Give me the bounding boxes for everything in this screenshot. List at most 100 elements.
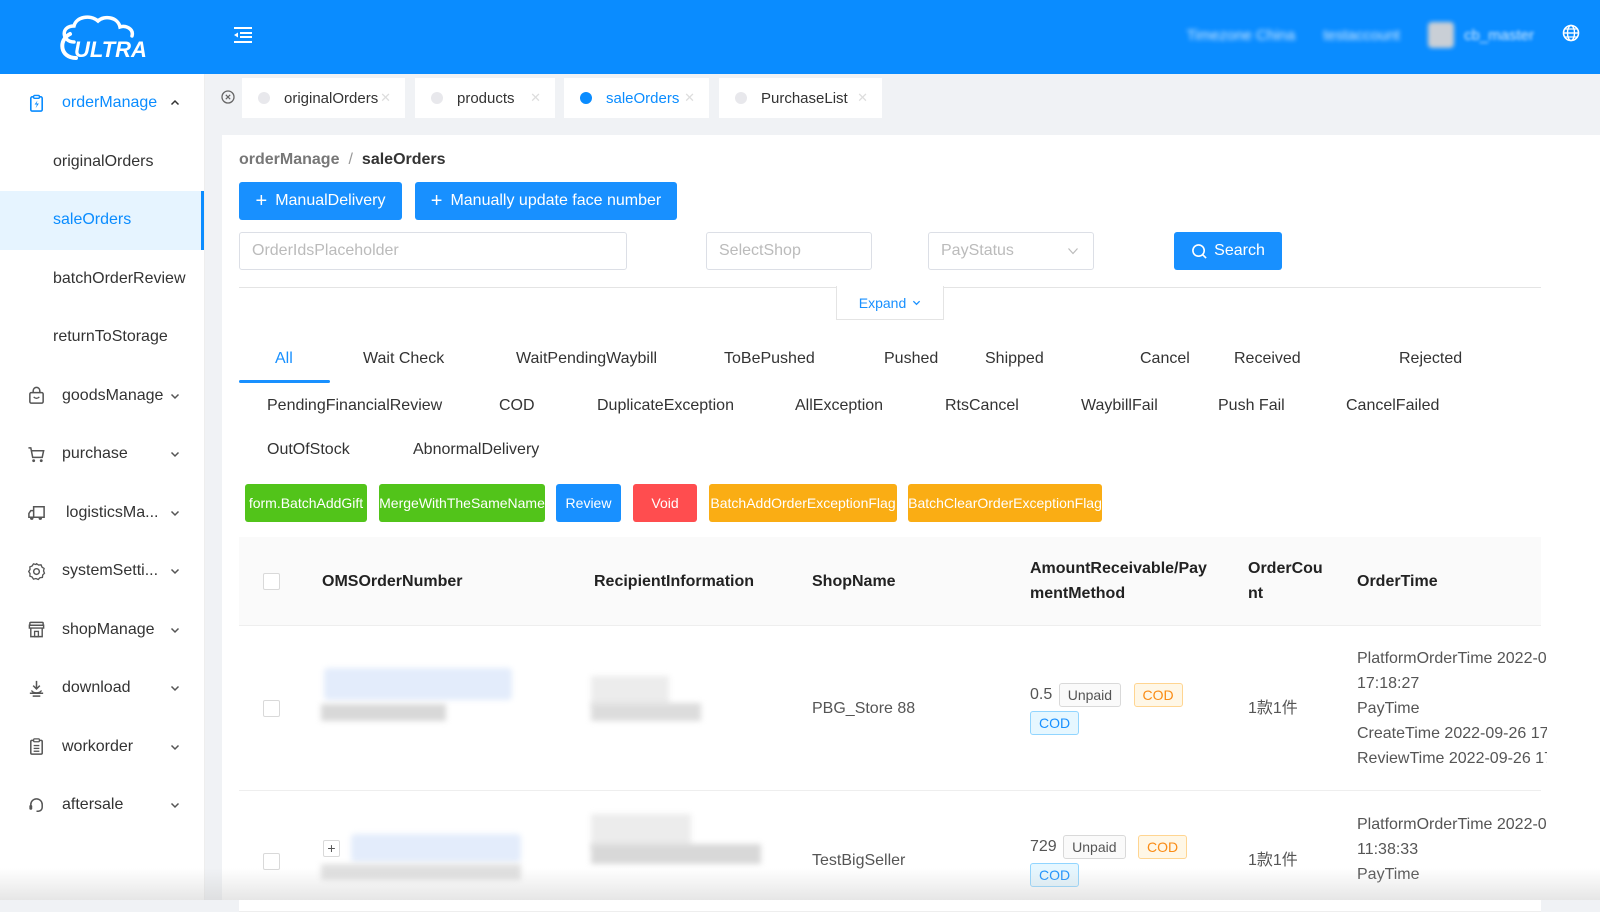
tab-saleorders[interactable]: saleOrders ✕ bbox=[564, 78, 709, 118]
oms-order-number-redacted[interactable] bbox=[351, 834, 521, 862]
sidebar-item-goodsmanage[interactable]: goodsManage bbox=[0, 367, 204, 426]
close-icon[interactable]: ✕ bbox=[380, 90, 391, 106]
truck-icon bbox=[26, 503, 46, 523]
amount-value: 0.5 bbox=[1030, 686, 1053, 703]
breadcrumb-separator: / bbox=[348, 151, 353, 168]
sidebar-subitem-originalorders[interactable]: originalOrders bbox=[0, 133, 204, 192]
chevron-down-icon bbox=[913, 300, 921, 306]
sidebar-item-logistics[interactable]: logisticsMa... bbox=[0, 484, 204, 543]
sidebar-item-purchase[interactable]: purchase bbox=[0, 425, 204, 484]
recipient-redacted-2 bbox=[591, 844, 761, 864]
status-tab-shipped[interactable]: Shipped bbox=[985, 350, 1044, 368]
merge-same-name-button[interactable]: MergeWithTheSameName bbox=[379, 484, 545, 522]
column-label-line: mentMethod bbox=[1030, 585, 1126, 602]
status-tab-wait-pending-waybill[interactable]: WaitPendingWaybill bbox=[516, 350, 657, 368]
menu-fold-icon[interactable] bbox=[232, 24, 254, 46]
void-button[interactable]: Void bbox=[633, 484, 697, 522]
column-order-count[interactable]: OrderCou nt bbox=[1248, 556, 1323, 606]
pay-status-tag: Unpaid bbox=[1058, 682, 1122, 707]
close-icon[interactable]: ✕ bbox=[684, 90, 695, 106]
sidebar-item-label: purchase bbox=[62, 445, 128, 463]
column-oms-order-number[interactable]: OMSOrderNumber bbox=[322, 569, 462, 594]
tab-originalorders[interactable]: originalOrders ✕ bbox=[242, 78, 405, 118]
column-shop-name[interactable]: ShopName bbox=[812, 569, 896, 594]
chevron-down-icon bbox=[170, 452, 180, 458]
batch-add-gift-button[interactable]: form.BatchAddGift bbox=[245, 484, 367, 522]
sidebar-item-workorder[interactable]: workorder bbox=[0, 718, 204, 777]
sidebar-item-aftersale[interactable]: aftersale bbox=[0, 776, 204, 835]
button-label: ManualDelivery bbox=[275, 192, 386, 209]
manual-delivery-button[interactable]: + ManualDelivery bbox=[239, 182, 402, 220]
shop-icon bbox=[26, 620, 46, 640]
review-button[interactable]: Review bbox=[556, 484, 621, 522]
tab-products[interactable]: products ✕ bbox=[415, 78, 555, 118]
sidebar-item-label: download bbox=[62, 679, 131, 697]
chevron-down-icon bbox=[170, 803, 180, 809]
close-icon[interactable]: ✕ bbox=[857, 90, 868, 106]
column-recipient-information[interactable]: RecipientInformation bbox=[594, 569, 754, 594]
sidebar-subitem-batchorderreview[interactable]: batchOrderReview bbox=[0, 250, 204, 309]
chevron-down-icon bbox=[170, 393, 180, 399]
batch-clear-exception-flag-button[interactable]: BatchClearOrderExceptionFlag bbox=[908, 484, 1102, 522]
username: cb_master bbox=[1463, 26, 1534, 44]
download-icon bbox=[26, 678, 46, 698]
update-face-number-button[interactable]: + Manually update face number bbox=[415, 182, 677, 220]
close-all-tabs-icon[interactable] bbox=[221, 90, 235, 104]
sidebar-subitem-label: saleOrders bbox=[53, 211, 132, 229]
status-tab-all-exception[interactable]: AllException bbox=[795, 397, 883, 415]
search-button[interactable]: Search bbox=[1174, 232, 1282, 270]
tab-status-dot bbox=[735, 92, 747, 104]
expand-row-button[interactable]: + bbox=[323, 840, 340, 857]
pay-status-select[interactable]: PayStatus bbox=[928, 232, 1094, 270]
sidebar-item-shopmanage[interactable]: shopManage bbox=[0, 601, 204, 660]
row-checkbox[interactable] bbox=[263, 700, 280, 717]
status-tab-waybill-fail[interactable]: WaybillFail bbox=[1081, 397, 1158, 415]
placeholder: OrderIdsPlaceholder bbox=[252, 242, 399, 259]
status-tab-cancel-failed[interactable]: CancelFailed bbox=[1346, 397, 1439, 415]
clipboard-list-icon bbox=[26, 737, 46, 757]
tab-status-dot bbox=[258, 92, 270, 104]
sidebar-item-systemsettings[interactable]: systemSetti... bbox=[0, 542, 204, 601]
ultra-logo[interactable]: ULTRA bbox=[52, 12, 156, 64]
select-all-checkbox[interactable] bbox=[263, 573, 280, 590]
status-tab-rts-cancel[interactable]: RtsCancel bbox=[945, 397, 1019, 415]
status-tab-all[interactable]: All bbox=[275, 350, 293, 368]
table-row[interactable]: PBG_Store 88 0.5 Unpaid COD COD 1款1件 Pla… bbox=[239, 626, 1547, 791]
shop-select[interactable]: SelectShop bbox=[706, 232, 872, 270]
status-tab-duplicate-exception[interactable]: DuplicateException bbox=[597, 397, 734, 415]
status-tab-cancel[interactable]: Cancel bbox=[1140, 350, 1190, 368]
status-tab-wait-check[interactable]: Wait Check bbox=[363, 350, 444, 368]
sidebar-item-ordermanage[interactable]: orderManage bbox=[0, 74, 204, 133]
sidebar-subitem-saleorders[interactable]: saleOrders bbox=[0, 191, 204, 250]
status-tab-push-fail[interactable]: Push Fail bbox=[1218, 397, 1285, 415]
sidebar-subitem-returntostorage[interactable]: returnToStorage bbox=[0, 308, 204, 367]
status-tab-out-of-stock[interactable]: OutOfStock bbox=[267, 441, 350, 459]
column-order-time[interactable]: OrderTime bbox=[1357, 569, 1438, 594]
status-tab-pushed[interactable]: Pushed bbox=[884, 350, 938, 368]
expand-filters-button[interactable]: Expand bbox=[836, 286, 944, 320]
sidebar-item-download[interactable]: download bbox=[0, 659, 204, 718]
status-tab-received[interactable]: Received bbox=[1234, 350, 1301, 368]
row-checkbox[interactable] bbox=[263, 853, 280, 870]
status-tab-abnormal-delivery[interactable]: AbnormalDelivery bbox=[413, 441, 539, 459]
chevron-down-icon bbox=[170, 510, 180, 516]
status-tab-cod[interactable]: COD bbox=[499, 397, 535, 415]
status-tab-rejected[interactable]: Rejected bbox=[1399, 350, 1462, 368]
status-tab-pending-financial-review[interactable]: PendingFinancialReview bbox=[267, 397, 442, 415]
user-menu[interactable]: cb_master bbox=[1427, 22, 1534, 48]
globe-icon[interactable] bbox=[1562, 24, 1580, 46]
breadcrumb-parent[interactable]: orderManage bbox=[239, 151, 339, 168]
table-row[interactable]: + TestBigSeller 729 Unpaid COD COD 1款1件 … bbox=[239, 792, 1547, 912]
close-icon[interactable]: ✕ bbox=[530, 90, 541, 106]
payment-type-tag: COD bbox=[1137, 834, 1188, 859]
status-tab-to-be-pushed[interactable]: ToBePushed bbox=[724, 350, 815, 368]
tab-purchaselist[interactable]: PurchaseList ✕ bbox=[719, 78, 882, 118]
order-count: 1款1件 bbox=[1248, 852, 1298, 869]
gear-icon bbox=[26, 561, 46, 581]
timezone-selector[interactable]: Timezone China bbox=[1187, 27, 1296, 44]
order-ids-input[interactable]: OrderIdsPlaceholder bbox=[239, 232, 627, 270]
oms-order-number-redacted[interactable] bbox=[324, 668, 512, 700]
chevron-down-icon bbox=[1068, 248, 1078, 255]
column-amount-receivable[interactable]: AmountReceivable/Pay mentMethod bbox=[1030, 556, 1207, 606]
batch-add-exception-flag-button[interactable]: BatchAddOrderExceptionFlag bbox=[709, 484, 897, 522]
